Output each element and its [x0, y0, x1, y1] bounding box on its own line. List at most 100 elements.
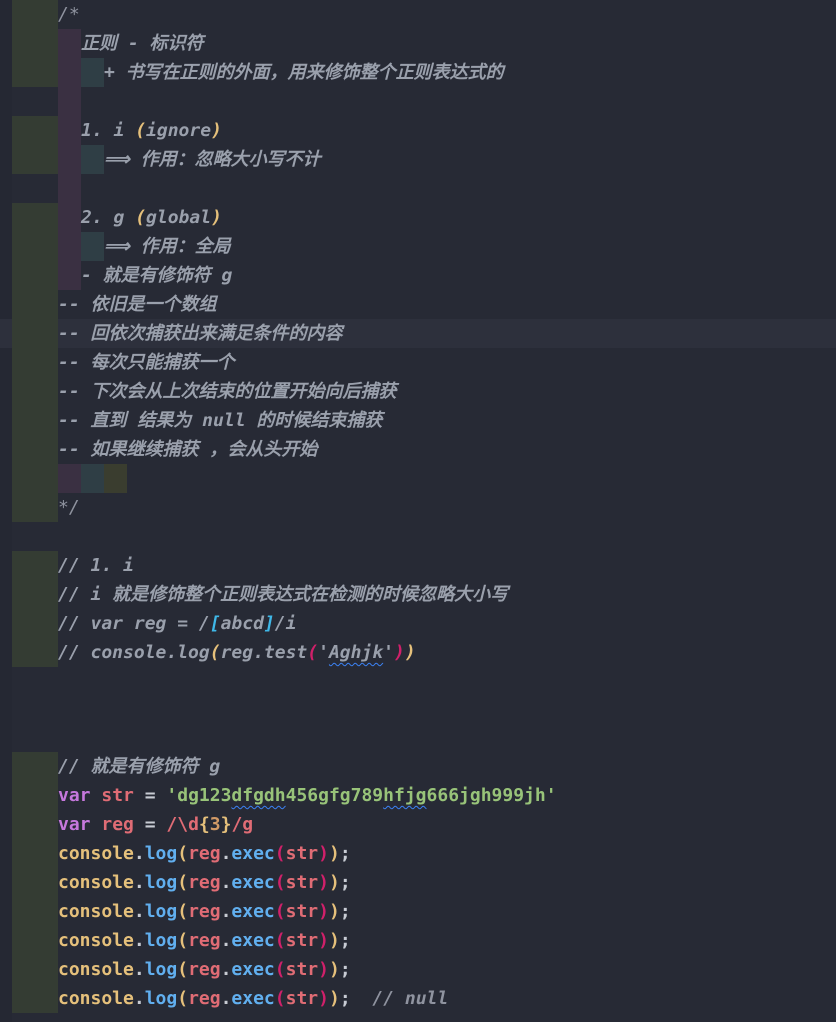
code-line-32[interactable]: console.log(reg.exec(str)); — [0, 897, 836, 926]
code-line-7[interactable] — [0, 174, 836, 203]
variable-name: reg — [188, 901, 221, 922]
paren-close: ) — [328, 872, 340, 893]
variable-name: str — [285, 872, 319, 893]
paren-open: ( — [177, 901, 189, 922]
code-line-28[interactable]: var str = 'dg123dfgdh456gfg789hfjg666jgh… — [0, 781, 836, 810]
comment-segment: ' — [383, 642, 394, 663]
variable-name: str — [285, 988, 319, 1009]
indent-marker — [58, 29, 81, 58]
indent-marker — [12, 377, 58, 406]
string-literal: 666jgh999jh' — [426, 785, 557, 806]
indent-marker — [58, 261, 81, 290]
code-line-34[interactable]: console.log(reg.exec(str)); — [0, 955, 836, 984]
comment-segment: 2. g — [81, 207, 136, 228]
method-log: log — [144, 843, 178, 864]
spellcheck-word[interactable]: Aghjk — [329, 642, 383, 663]
keyword-var: var — [58, 814, 91, 835]
string-literal: 'dg123 — [166, 785, 232, 806]
comment-text: // 就是有修饰符 g — [58, 756, 221, 777]
regex-literal: /\d — [166, 814, 199, 835]
regex-quantifier: 3 — [209, 814, 221, 835]
code-line-10[interactable]: - 就是有修饰符 g — [0, 261, 836, 290]
code-line-33[interactable]: console.log(reg.exec(str)); — [0, 926, 836, 955]
code-line-8[interactable]: 2. g (global) — [0, 203, 836, 232]
paren-close: ) — [318, 872, 329, 893]
regex-literal: /g — [231, 814, 254, 835]
operator: . — [220, 988, 232, 1009]
code-line-1[interactable]: /* — [0, 0, 836, 29]
indent-marker — [12, 984, 58, 1013]
comment-text: -- 依旧是一个数组 — [58, 294, 217, 315]
spellcheck-word[interactable]: dfgdh — [231, 785, 285, 806]
operator: . — [133, 872, 145, 893]
comment-segment: global — [146, 207, 212, 228]
paren-close: ) — [328, 843, 340, 864]
semicolon: ; — [339, 988, 351, 1009]
comment-open: /* — [58, 4, 80, 25]
operator: . — [133, 843, 145, 864]
paren-open: ( — [135, 207, 147, 228]
indent-marker — [12, 638, 58, 667]
code-line-12-active[interactable]: -- 回依次捕获出来满足条件的内容 — [0, 319, 836, 348]
code-line-23[interactable]: // console.log(reg.test('Aghjk')) — [0, 638, 836, 667]
code-line-4[interactable] — [0, 87, 836, 116]
operator: . — [133, 988, 145, 1009]
code-line-29[interactable]: var reg = /\d{3}/g — [0, 810, 836, 839]
method-log: log — [144, 959, 178, 980]
paren-open: ( — [177, 843, 189, 864]
operator: . — [220, 930, 232, 951]
comment-text: -- 直到 结果为 null 的时候结束捕获 — [58, 410, 383, 431]
code-line-17[interactable] — [0, 464, 836, 493]
code-line-26[interactable] — [0, 725, 836, 754]
indent-marker — [12, 232, 58, 261]
code-line-14[interactable]: -- 下次会从上次结束的位置开始向后捕获 — [0, 377, 836, 406]
identifier-console: console — [58, 930, 134, 951]
code-line-19[interactable] — [0, 522, 836, 551]
indent-marker — [12, 868, 58, 897]
paren-open: ( — [274, 872, 286, 893]
code-line-2[interactable]: 正则 - 标识符 — [0, 29, 836, 58]
code-line-18[interactable]: */ — [0, 493, 836, 522]
variable-name: reg — [188, 843, 221, 864]
brace-close: } — [220, 814, 232, 835]
paren-close: ) — [328, 959, 340, 980]
indent-marker — [12, 955, 58, 984]
code-line-30[interactable]: console.log(reg.exec(str)); — [0, 839, 836, 868]
code-line-31[interactable]: console.log(reg.exec(str)); — [0, 868, 836, 897]
indent-marker — [58, 203, 81, 232]
method-exec: exec — [231, 901, 275, 922]
code-line-35[interactable]: console.log(reg.exec(str)); // null — [0, 984, 836, 1013]
code-line-16[interactable]: -- 如果继续捕获 ，会从头开始 — [0, 435, 836, 464]
code-line-6[interactable]: ⟹ 作用：忽略大小写不计 — [0, 145, 836, 174]
code-line-9[interactable]: ⟹ 作用：全局 — [0, 232, 836, 261]
semicolon: ; — [339, 959, 351, 980]
code-line-11[interactable]: -- 依旧是一个数组 — [0, 290, 836, 319]
semicolon: ; — [339, 930, 351, 951]
spellcheck-word[interactable]: hfjg — [383, 785, 426, 806]
code-line-20[interactable]: // 1. i — [0, 551, 836, 580]
paren-open: ( — [209, 642, 221, 663]
code-line-3[interactable]: + 书写在正则的外面，用来修饰整个正则表达式的 — [0, 58, 836, 87]
code-line-27[interactable]: // 就是有修饰符 g — [0, 752, 836, 781]
paren-open: ( — [177, 930, 189, 951]
comment-close: */ — [58, 497, 80, 518]
code-editor[interactable]: /* 正则 - 标识符 + 书写在正则的外面，用来修饰整个正则表达式的 1. i… — [0, 0, 836, 1022]
operator: = — [133, 814, 167, 835]
indent-marker — [12, 203, 58, 232]
console-log-call: console.log(reg.exec(str)); — [58, 868, 351, 897]
code-line-13[interactable]: -- 每次只能捕获一个 — [0, 348, 836, 377]
code-line-22[interactable]: // var reg = /[abcd]/i — [0, 609, 836, 638]
paren-close: ) — [404, 642, 416, 663]
operator: . — [220, 901, 232, 922]
indent-marker — [12, 839, 58, 868]
indent-marker — [12, 0, 58, 29]
var-declaration: var reg = /\d{3}/g — [58, 810, 253, 839]
variable-name: str — [101, 785, 134, 806]
code-line-15[interactable]: -- 直到 结果为 null 的时候结束捕获 — [0, 406, 836, 435]
code-line-24[interactable] — [0, 667, 836, 696]
indent-marker — [81, 145, 104, 174]
console-log-call: console.log(reg.exec(str)); // null — [58, 984, 448, 1013]
code-line-5[interactable]: 1. i (ignore) — [0, 116, 836, 145]
code-line-25[interactable] — [0, 696, 836, 725]
code-line-21[interactable]: // i 就是修饰整个正则表达式在检测的时候忽略大小写 — [0, 580, 836, 609]
